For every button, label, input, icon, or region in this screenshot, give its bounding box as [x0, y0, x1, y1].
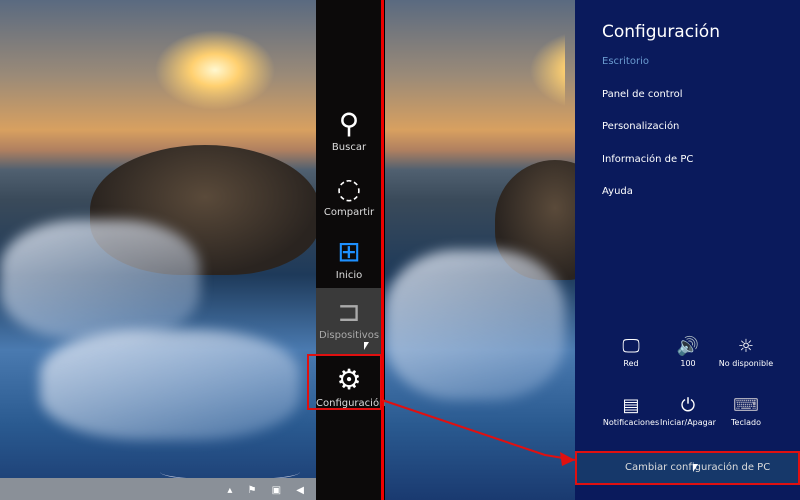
arrow-head — [560, 452, 575, 466]
arrow-line — [381, 399, 576, 461]
annotation-arrow — [381, 399, 576, 466]
